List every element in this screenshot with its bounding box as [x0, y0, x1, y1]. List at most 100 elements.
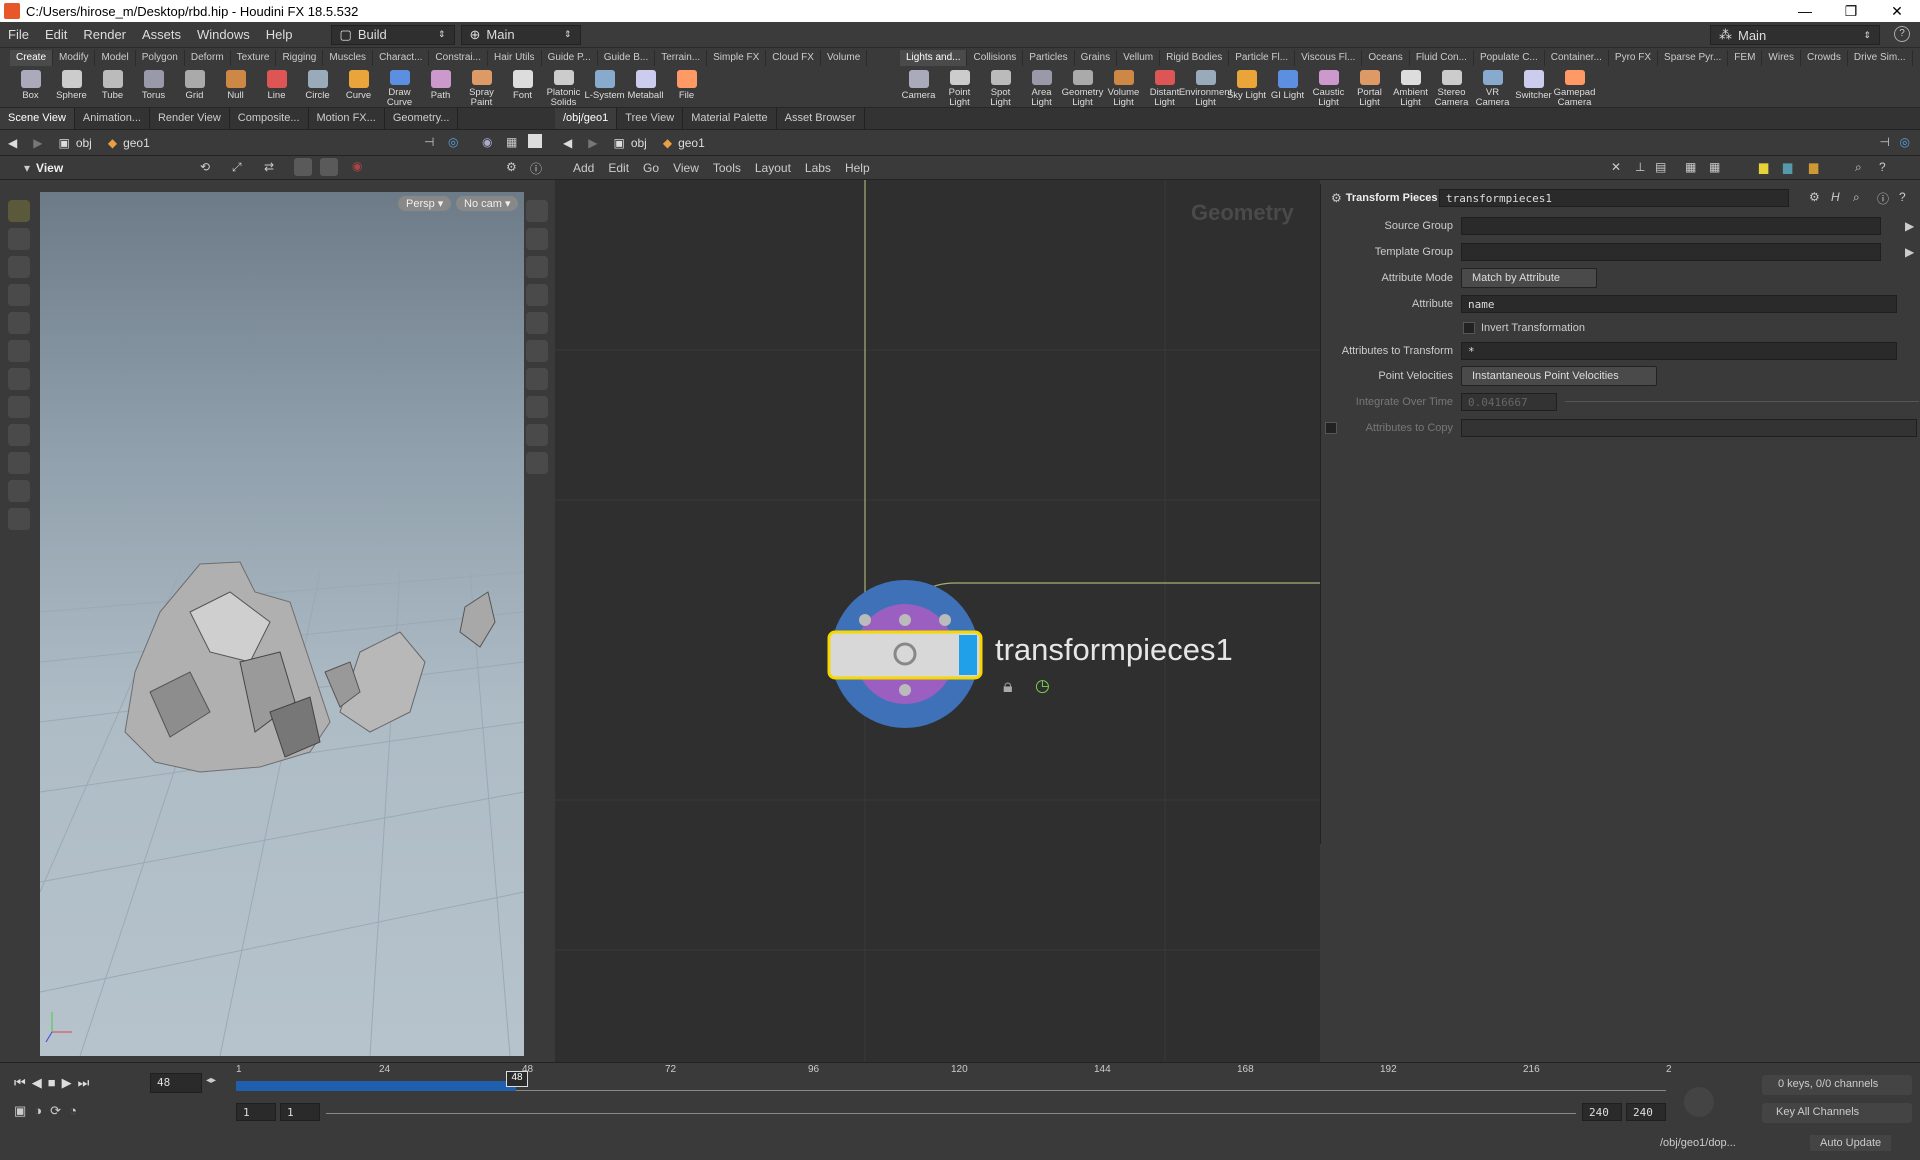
shelf-tab[interactable]: Particle Fl... — [1229, 50, 1296, 66]
point-velocities-menu[interactable]: Instantaneous Point Velocities — [1461, 366, 1657, 386]
attrs-copy-checkbox[interactable] — [1325, 422, 1337, 434]
back-arrow-icon[interactable]: ◀ — [0, 136, 25, 150]
shelf-tool[interactable]: Spot Light — [980, 68, 1021, 108]
sticky-icon[interactable]: ▆ — [1759, 160, 1768, 174]
list-icon[interactable]: ▤ — [1655, 160, 1666, 174]
view-tool-icon[interactable] — [8, 228, 30, 250]
lock-camera-icon[interactable] — [526, 228, 548, 250]
shelf-tool[interactable]: L-System — [584, 68, 625, 108]
menu-edit[interactable]: Edit — [37, 27, 75, 42]
shelf-tool[interactable]: Null — [215, 68, 256, 108]
goto-end-icon[interactable]: ⏭ — [78, 1075, 90, 1091]
lock-icon[interactable] — [8, 284, 30, 306]
square-icon[interactable] — [528, 134, 542, 148]
options-icon[interactable]: ⚙ — [506, 160, 517, 174]
display-options-icon[interactable] — [526, 200, 548, 222]
geo-spheres-icon[interactable]: ◉ — [482, 135, 492, 149]
shelf-tool[interactable]: Metaball — [625, 68, 666, 108]
clock-icon[interactable]: ◷ — [1035, 676, 1050, 696]
shelf-tab[interactable]: Polygon — [136, 50, 185, 66]
search-icon[interactable]: ⌕ — [1855, 160, 1862, 175]
loop-icon[interactable]: ⟳ — [50, 1103, 61, 1119]
shelf-tab[interactable]: Particles — [1023, 50, 1075, 66]
shelf-tool[interactable]: Curve — [338, 68, 379, 108]
node-output[interactable] — [899, 684, 911, 696]
net-menu-tools[interactable]: Tools — [713, 161, 741, 175]
pin-icon[interactable]: ⊣ — [424, 135, 434, 149]
camera-link-icon[interactable]: ⇄ — [264, 160, 274, 174]
normals-icon[interactable] — [526, 368, 548, 390]
select-tool-icon[interactable] — [8, 256, 30, 278]
playback-options-icon[interactable]: ▣ — [14, 1103, 26, 1119]
shelf-tool[interactable]: Torus — [133, 68, 174, 108]
houdini-h-icon[interactable]: H — [1831, 190, 1840, 204]
shelf-tab[interactable]: Container... — [1545, 50, 1609, 66]
info-icon[interactable]: ⓘ — [1877, 190, 1889, 207]
shelf-tool[interactable]: Path — [420, 68, 461, 108]
search-icon[interactable]: ⌕ — [1853, 190, 1860, 205]
shelf-tool[interactable]: GI Light — [1267, 68, 1308, 108]
pane-tab[interactable]: Render View — [150, 108, 230, 129]
shelf-tab[interactable]: Guide B... — [598, 50, 656, 66]
3d-viewport[interactable]: Persp ▾ No cam ▾ — [40, 192, 524, 1056]
shelf-tab[interactable]: Cloud FX — [766, 50, 821, 66]
shelf-tab[interactable]: Model — [95, 50, 136, 66]
right-desktop-select[interactable]: ⁂ Main ⇕ — [1710, 25, 1880, 45]
node-name-label[interactable]: transformpieces1 — [995, 632, 1233, 668]
build-desktop-select[interactable]: ▢ Build ⇕ — [330, 24, 455, 45]
gear-icon[interactable]: ⚙ — [1809, 190, 1820, 204]
net-menu-view[interactable]: View — [673, 161, 699, 175]
node-input-0[interactable] — [859, 614, 871, 626]
shelf-tool[interactable]: Tube — [92, 68, 133, 108]
shelf-tab[interactable]: Populate C... — [1474, 50, 1545, 66]
shelf-tab[interactable]: FEM — [1728, 50, 1763, 66]
shelf-tool[interactable]: Volume Light — [1103, 68, 1144, 108]
shelf-tab[interactable]: Drive Sim... — [1848, 50, 1913, 66]
shelf-tab[interactable]: Wires — [1762, 50, 1801, 66]
menu-render[interactable]: Render — [75, 27, 134, 42]
transform-icon[interactable] — [8, 312, 30, 334]
display-toggle-icon[interactable] — [320, 158, 338, 176]
camera-track-icon[interactable]: ⤢ — [232, 160, 242, 175]
shelf-tool[interactable]: Line — [256, 68, 297, 108]
shelf-tab[interactable]: Guide P... — [542, 50, 598, 66]
shelf-tab[interactable]: Deform — [185, 50, 231, 66]
key-all-channels-button[interactable]: Key All Channels — [1762, 1103, 1912, 1123]
shelf-tool[interactable]: Gamepad Camera — [1554, 68, 1595, 108]
wrench-icon[interactable]: ✕ — [1611, 160, 1621, 174]
shelf-tab[interactable]: Oceans — [1362, 50, 1410, 66]
shelf-tool[interactable]: Box — [10, 68, 51, 108]
layout-icon[interactable]: ▦ — [506, 135, 517, 149]
display-flag[interactable] — [959, 635, 977, 675]
camera-icon[interactable] — [8, 480, 30, 502]
shelf-tab[interactable]: Volume — [821, 50, 868, 66]
shelf-tab[interactable]: Pyro FX — [1609, 50, 1659, 66]
shelf-tab[interactable]: Hair Utils — [488, 50, 542, 66]
play-icon[interactable]: ▶ — [62, 1075, 72, 1091]
invert-checkbox[interactable] — [1463, 322, 1475, 334]
home-icon[interactable] — [526, 256, 548, 278]
main-desktop-select[interactable]: ⊕ Main ⇕ — [460, 24, 581, 45]
transformpieces-node[interactable] — [827, 630, 983, 680]
shelf-tab[interactable]: Charact... — [373, 50, 430, 66]
shelf-tool[interactable]: Camera — [898, 68, 939, 108]
lock-icon[interactable]: 🔒︎ — [1003, 676, 1013, 697]
shelf-tool[interactable]: Point Light — [939, 68, 980, 108]
net-menu-labs[interactable]: Labs — [805, 161, 831, 175]
pane-tab[interactable]: Composite... — [230, 108, 309, 129]
net-menu-edit[interactable]: Edit — [608, 161, 629, 175]
points-icon[interactable] — [526, 340, 548, 362]
status-path[interactable]: /obj/geo1/dop... — [1660, 1137, 1736, 1149]
attribute-mode-menu[interactable]: Match by Attribute — [1461, 268, 1597, 288]
grid-color-icon[interactable]: ▦ — [1685, 160, 1696, 174]
goto-start-icon[interactable]: ⏮ — [14, 1075, 26, 1091]
attribute-field[interactable]: name — [1461, 295, 1897, 313]
shelf-tool[interactable]: Area Light — [1021, 68, 1062, 108]
light-icon[interactable] — [8, 508, 30, 530]
shelf-tool[interactable]: Font — [502, 68, 543, 108]
shelf-tab[interactable]: Grains — [1075, 50, 1118, 66]
start-frame-field[interactable]: 1 — [236, 1103, 276, 1121]
end-frame-field-2[interactable]: 240 — [1626, 1103, 1666, 1121]
shelf-tab[interactable]: Constrai... — [429, 50, 488, 66]
stack-icon[interactable]: ▆ — [1809, 160, 1818, 174]
